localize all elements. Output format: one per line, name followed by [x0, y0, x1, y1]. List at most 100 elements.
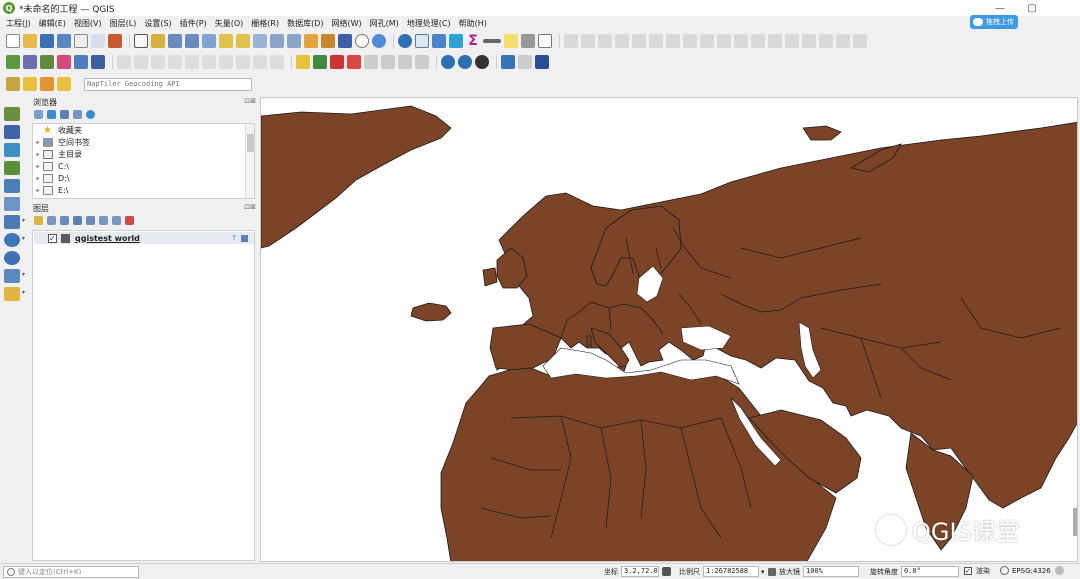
zoom-full-icon[interactable]	[202, 34, 216, 48]
zoom-native-icon[interactable]	[253, 34, 267, 48]
add-gps-layer-icon[interactable]	[4, 179, 20, 193]
processing-toolbox-icon[interactable]	[449, 34, 463, 48]
scrollbar-thumb[interactable]	[247, 134, 254, 152]
digitize-icon-6[interactable]	[649, 34, 663, 48]
menu-view[interactable]: 视图(V)	[74, 18, 102, 29]
scale-dropdown-icon[interactable]: ▾	[761, 568, 765, 576]
menu-mesh[interactable]: 网孔(M)	[370, 18, 399, 29]
save-edits-icon[interactable]	[134, 55, 148, 69]
add-raster-layer-side-icon[interactable]	[4, 125, 20, 139]
label-highlight-icon[interactable]	[330, 55, 344, 69]
restore-button[interactable]: ▢	[1018, 0, 1046, 16]
geocoder-search-input[interactable]	[84, 77, 252, 91]
messages-icon[interactable]	[1054, 566, 1064, 575]
menu-project[interactable]: 工程(J)	[6, 18, 31, 29]
add-wms-layer-icon[interactable]	[74, 55, 88, 69]
select-features-icon[interactable]	[6, 77, 20, 91]
temporal-controller-icon[interactable]	[338, 34, 352, 48]
digitize-icon-5[interactable]	[632, 34, 646, 48]
lock-icon[interactable]	[768, 567, 776, 576]
add-selected-icon[interactable]	[34, 109, 43, 119]
cloud-upload-button[interactable]: 拖拽上传	[970, 15, 1018, 29]
new-project-icon[interactable]	[6, 34, 20, 48]
select-by-location-icon[interactable]	[57, 77, 71, 91]
expand-arrow-icon[interactable]: ▸	[33, 139, 43, 146]
add-mesh-layer-icon[interactable]	[4, 143, 20, 157]
menu-edit[interactable]: 编辑(E)	[39, 18, 66, 29]
deselect-all-icon[interactable]	[40, 77, 54, 91]
digitize-icon-13[interactable]	[768, 34, 782, 48]
attribute-table-icon[interactable]	[415, 34, 429, 48]
digitize-icon-7[interactable]	[666, 34, 680, 48]
digitize-icon-14[interactable]	[785, 34, 799, 48]
metasearch-icon[interactable]	[441, 55, 455, 69]
add-delimited-layer-icon[interactable]	[4, 161, 20, 175]
new-layer-icon[interactable]	[4, 287, 20, 301]
close-button[interactable]	[1050, 0, 1078, 16]
remove-layer-icon[interactable]	[125, 215, 134, 225]
locator-search[interactable]: 键入以定位(Ctrl+K)	[3, 565, 139, 578]
filter-legend-icon[interactable]	[73, 215, 82, 225]
digitize-icon-9[interactable]	[700, 34, 714, 48]
new-bookmark-icon[interactable]	[304, 34, 318, 48]
new-print-layout-icon[interactable]	[74, 34, 88, 48]
digitize-icon-2[interactable]	[581, 34, 595, 48]
zoom-out-icon[interactable]	[185, 34, 199, 48]
digitize-icon-12[interactable]	[751, 34, 765, 48]
expand-arrow-icon[interactable]: ▸	[33, 163, 43, 170]
clock-icon[interactable]	[355, 34, 369, 48]
browser-item-favorites[interactable]: ★ 收藏夹	[33, 124, 254, 136]
dropdown-arrow-icon[interactable]: ▾	[22, 271, 25, 278]
minimize-button[interactable]: —	[986, 0, 1014, 16]
refresh-icon[interactable]	[372, 34, 386, 48]
label-rotate-icon[interactable]	[364, 55, 378, 69]
style-manager-icon[interactable]	[108, 34, 122, 48]
toggle-editing-icon[interactable]	[117, 55, 131, 69]
layer-row[interactable]: ✓ qgistest world ?	[34, 232, 254, 244]
add-wfs-side-icon[interactable]	[4, 251, 20, 265]
save-as-icon[interactable]	[57, 34, 71, 48]
add-group-icon[interactable]	[47, 215, 56, 225]
add-wfs-layer-icon[interactable]	[91, 55, 105, 69]
coordinate-field[interactable]: 3.2,72.0	[621, 566, 659, 577]
browser-scrollbar[interactable]	[245, 124, 254, 198]
panel-close-icon[interactable]: ⊡⊠	[244, 203, 256, 211]
zoom-next-icon[interactable]	[287, 34, 301, 48]
browser-item-bookmarks[interactable]: ▸ 空间书签	[33, 136, 254, 148]
scale-field[interactable]: 1:26782588	[703, 566, 759, 577]
layer-visibility-checkbox[interactable]: ✓	[48, 233, 57, 243]
digitize-icon-18[interactable]	[853, 34, 867, 48]
open-layer-styling-icon[interactable]	[34, 215, 43, 225]
metasearch-globe-icon[interactable]	[458, 55, 472, 69]
zoom-to-layer-icon[interactable]	[236, 34, 250, 48]
menu-vector[interactable]: 矢量(O)	[215, 18, 244, 29]
pan-to-selection-icon[interactable]	[151, 34, 165, 48]
expand-arrow-icon[interactable]: ▸	[33, 175, 43, 182]
browser-item-home[interactable]: ▸ 主目录	[33, 148, 254, 160]
menu-web[interactable]: 网络(W)	[332, 18, 362, 29]
add-vector-layer-side-icon[interactable]	[4, 107, 20, 121]
menu-database[interactable]: 数据库(D)	[287, 18, 323, 29]
save-project-icon[interactable]	[40, 34, 54, 48]
paste-features-icon[interactable]	[236, 55, 250, 69]
menu-help[interactable]: 帮助(H)	[459, 18, 487, 29]
zoom-last-icon[interactable]	[270, 34, 284, 48]
plugin-tool-icon[interactable]	[518, 55, 532, 69]
dropdown-arrow-icon[interactable]: ▾	[22, 235, 25, 242]
layer-help-icon[interactable]: ?	[232, 234, 236, 242]
browser-item-drive-d[interactable]: ▸ D:\	[33, 172, 254, 184]
help-book-icon[interactable]	[535, 55, 549, 69]
add-wcs-layer-icon[interactable]	[4, 233, 20, 247]
redo-icon[interactable]	[270, 55, 284, 69]
add-vector-layer-icon[interactable]	[6, 55, 20, 69]
digitize-icon-3[interactable]	[598, 34, 612, 48]
digitize-icon-8[interactable]	[683, 34, 697, 48]
manage-map-themes-icon[interactable]	[60, 215, 69, 225]
label-pin-icon[interactable]	[313, 55, 327, 69]
zoom-in-icon[interactable]	[168, 34, 182, 48]
text-annotation-icon[interactable]	[538, 34, 552, 48]
add-feature-icon[interactable]	[151, 55, 165, 69]
map-tips-icon[interactable]	[504, 34, 518, 48]
menu-layer[interactable]: 图层(L)	[110, 18, 137, 29]
layer-name[interactable]: qgistest world	[75, 234, 140, 243]
